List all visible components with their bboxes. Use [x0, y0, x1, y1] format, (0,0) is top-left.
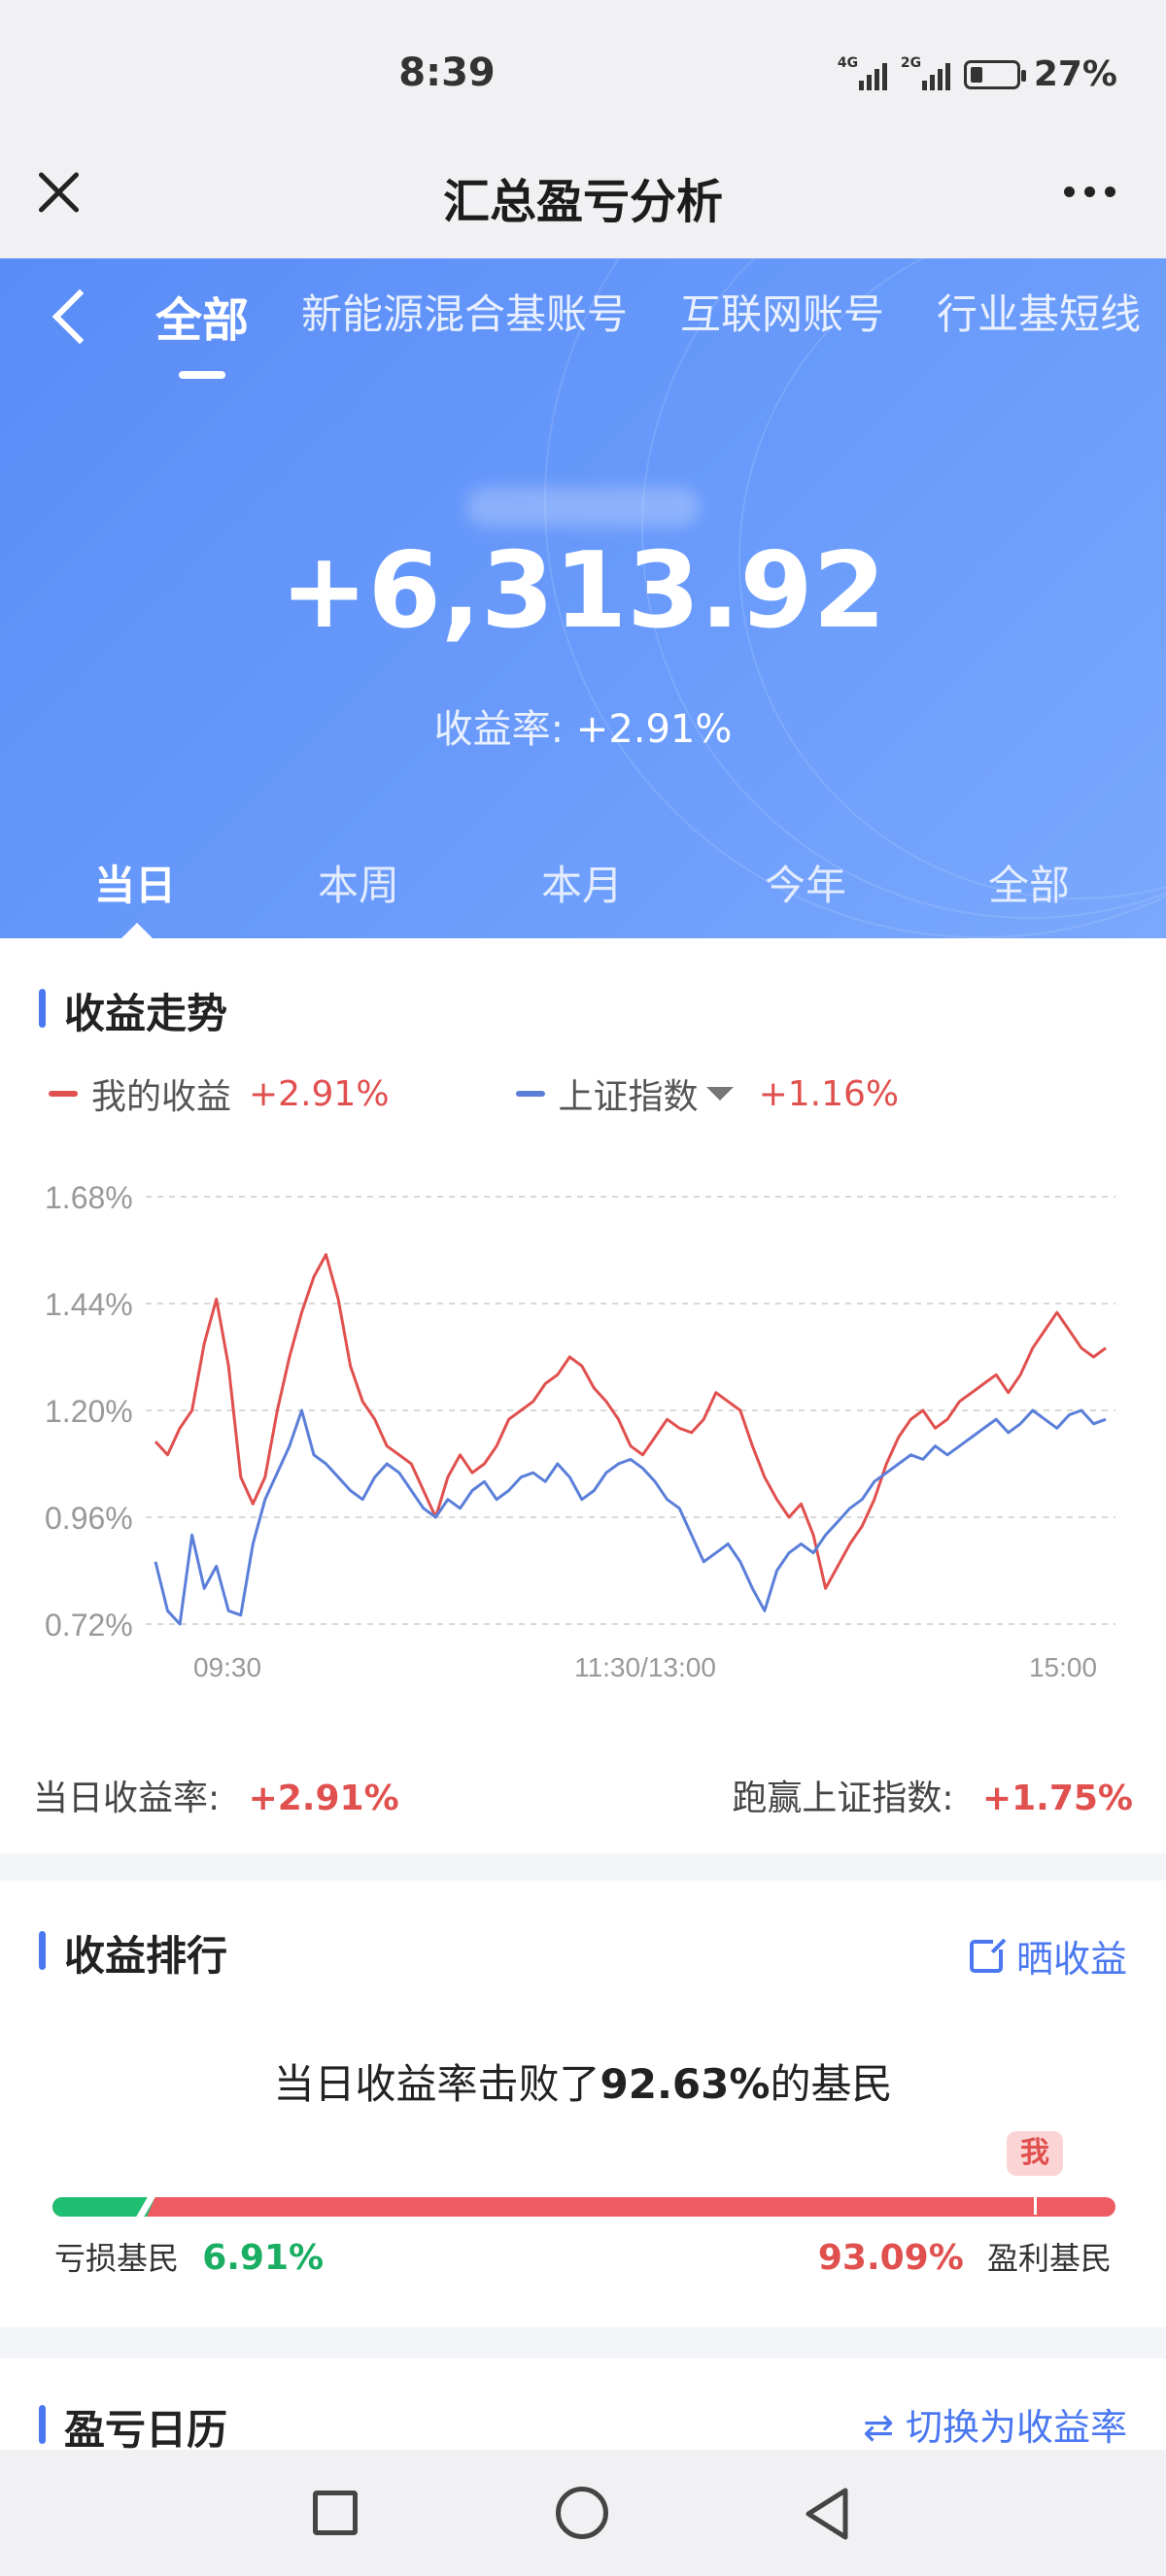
status-indicators: 4G 2G 27%: [838, 54, 1117, 94]
trend-chart: 1.68% 1.44% 1.20% 0.96% 0.72% 09:30 11:30/13:0…: [45, 1180, 1115, 1682]
legend-mine-name: 我的收益: [91, 1077, 232, 1117]
x-tick-label: 15:00: [1029, 1652, 1097, 1682]
y-tick-label: 1.44%: [45, 1287, 133, 1322]
chart-legend: 我的收益 +2.91% 上证指数 +1.16%: [49, 1068, 899, 1119]
beat-value: 92.63%: [600, 2060, 771, 2108]
y-tick-label: 0.96%: [45, 1501, 133, 1536]
status-time: 8:39: [398, 51, 496, 95]
y-tick-label: 0.72%: [45, 1608, 133, 1643]
daily-rate-value: +2.91%: [248, 1779, 399, 1818]
account-tab-internet[interactable]: 互联网账号: [680, 282, 884, 350]
me-marker-line: [1034, 2176, 1037, 2215]
title-bar: 汇总盈亏分析: [0, 126, 1166, 258]
calendar-title: 盈亏日历: [39, 2397, 227, 2450]
legend-mine-value: +2.91%: [249, 1073, 390, 1114]
rank-bar: [52, 2197, 1115, 2217]
ranking-title: 收益排行: [39, 1923, 227, 1983]
legend-index-name[interactable]: 上证指数: [559, 1068, 699, 1119]
battery-percent: 27%: [1033, 54, 1117, 94]
loss-label: 亏损基民: [54, 2240, 180, 2277]
daily-rate-label: 当日收益率:: [33, 1779, 221, 1818]
beat-suffix: 的基民: [770, 2060, 893, 2108]
profit-rate-label: 收益率:: [433, 707, 565, 752]
me-marker: 我: [1007, 2131, 1063, 2176]
legend-index-value: +1.16%: [758, 1073, 900, 1114]
network-type-1: 4G: [837, 54, 859, 71]
period-tab-week[interactable]: 本周: [247, 853, 470, 912]
account-tab-all[interactable]: 全部: [155, 282, 249, 379]
profit-label: 盈利基民: [986, 2240, 1112, 2277]
beat-index-label: 跑赢上证指数:: [732, 1779, 954, 1818]
signal-icon-2: 2G: [901, 55, 950, 90]
active-period-pointer: [121, 923, 153, 938]
account-tab-new-energy[interactable]: 新能源混合基账号: [301, 282, 628, 350]
account-tabs: 全部 新能源混合基账号 互联网账号 行业基短线: [155, 282, 1141, 379]
ranking-card: 收益排行 晒收益 当日收益率击败了92.63%的基民 我 亏损基民 6.91% …: [0, 1881, 1166, 2327]
account-tab-industry[interactable]: 行业基短线: [937, 282, 1141, 350]
beat-prefix: 当日收益率击败了: [273, 2060, 600, 2108]
total-profit: +6,313.92: [280, 530, 886, 652]
period-tab-day[interactable]: 当日: [23, 853, 247, 912]
back-arrow-icon[interactable]: [51, 288, 108, 345]
summary-header: 全部 新能源混合基账号 互联网账号 行业基短线 +6,313.92 收益率: +…: [0, 258, 1166, 938]
back-icon[interactable]: [803, 2485, 851, 2543]
profit-group: 93.09% 盈利基民: [805, 2234, 1112, 2279]
period-tab-all[interactable]: 全部: [917, 853, 1141, 912]
period-tabs: 当日 本周 本月 今年 全部: [0, 853, 1166, 912]
switch-to-rate-button[interactable]: ⇄ 切换为收益率: [863, 2397, 1127, 2450]
more-icon[interactable]: [1064, 186, 1115, 197]
x-tick-label: 11:30/13:00: [574, 1652, 716, 1682]
beat-percent-line: 当日收益率击败了92.63%的基民: [0, 2051, 1166, 2111]
legend-marker-mine: [49, 1091, 78, 1097]
period-tab-month[interactable]: 本月: [470, 853, 694, 912]
profit-rate-value: +2.91%: [575, 707, 733, 752]
rank-labels: 亏损基民 6.91% 93.09% 盈利基民: [54, 2234, 1112, 2279]
trend-title: 收益走势: [39, 981, 227, 1040]
profit-rate: 收益率: +2.91%: [0, 697, 1166, 754]
profit-value: 93.09%: [817, 2238, 964, 2278]
signal-icon: 4G: [838, 55, 887, 90]
share-profit-button[interactable]: 晒收益: [969, 1929, 1127, 1983]
trend-card: 收益走势 我的收益 +2.91% 上证指数 +1.16% 1.68% 1.44% 1…: [0, 938, 1166, 1853]
beat-index-value: +1.75%: [981, 1779, 1133, 1818]
share-icon: [969, 1935, 1007, 1973]
period-tab-year[interactable]: 今年: [694, 853, 917, 912]
daily-rate: 当日收益率: +2.91%: [33, 1770, 399, 1820]
trend-stats: 当日收益率: +2.91% 跑赢上证指数: +1.75%: [33, 1770, 1133, 1820]
blurred-account-name: [466, 488, 700, 526]
battery-icon: [963, 59, 1026, 89]
x-tick-label: 09:30: [193, 1652, 261, 1682]
system-nav-bar: [0, 2450, 1166, 2576]
network-type-2: 2G: [900, 54, 922, 71]
y-tick-label: 1.20%: [45, 1394, 133, 1429]
recents-icon[interactable]: [313, 2491, 358, 2535]
beat-index: 跑赢上证指数: +1.75%: [732, 1770, 1133, 1820]
y-tick-label: 1.68%: [45, 1180, 133, 1215]
loss-value: 6.91%: [202, 2238, 325, 2278]
calendar-card: 盈亏日历 ⇄ 切换为收益率: [0, 2358, 1166, 2450]
share-label: 晒收益: [1015, 1938, 1127, 1981]
loss-group: 亏损基民 6.91%: [54, 2234, 337, 2279]
index-dropdown-icon[interactable]: [705, 1087, 734, 1101]
home-icon[interactable]: [556, 2487, 608, 2539]
legend-marker-index: [515, 1091, 545, 1097]
page-title: 汇总盈亏分析: [442, 175, 723, 229]
